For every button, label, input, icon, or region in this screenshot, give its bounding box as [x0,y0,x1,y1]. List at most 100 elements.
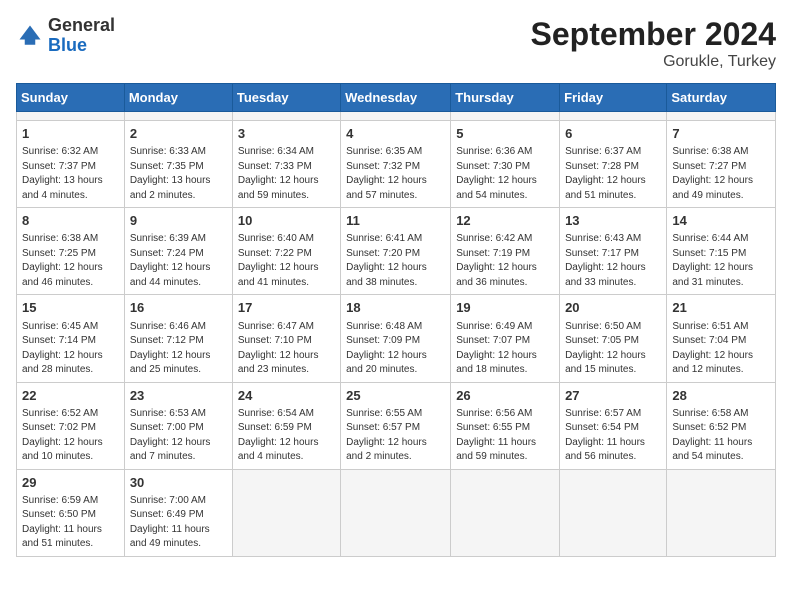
day-info: Sunrise: 6:36 AMSunset: 7:30 PMDaylight:… [456,145,554,203]
calendar-week-row: 15 Sunrise: 6:45 AMSunset: 7:14 PMDayligh… [17,295,776,382]
day-info: Sunrise: 6:42 AMSunset: 7:19 PMDaylight:… [456,232,554,290]
calendar-cell: 21 Sunrise: 6:51 AMSunset: 7:04 PMDayligh… [667,295,776,382]
calendar-cell: 8 Sunrise: 6:38 AMSunset: 7:25 PMDaylight… [17,208,125,295]
day-info: Sunrise: 6:40 AMSunset: 7:22 PMDaylight:… [238,232,335,290]
day-number: 25 [346,387,445,405]
calendar-cell: 5 Sunrise: 6:36 AMSunset: 7:30 PMDaylight… [451,121,560,208]
day-info: Sunrise: 6:50 AMSunset: 7:05 PMDaylight:… [565,320,661,378]
calendar-cell: 6Sunrise: 6:37 AMSunset: 7:28 PMDaylight… [560,121,667,208]
calendar-cell: 7Sunrise: 6:38 AMSunset: 7:27 PMDaylight… [667,121,776,208]
calendar-cell: 4 Sunrise: 6:35 AMSunset: 7:32 PMDaylight… [341,121,451,208]
day-info: Sunrise: 6:39 AMSunset: 7:24 PMDaylight:… [130,232,227,290]
day-number: 22 [22,387,119,405]
logo-icon [16,22,44,50]
calendar-subtitle: Gorukle, Turkey [531,53,776,71]
calendar-cell: 3 Sunrise: 6:34 AMSunset: 7:33 PMDaylight… [232,121,340,208]
calendar-title: September 2024 [531,16,776,53]
calendar-cell: 16 Sunrise: 6:46 AMSunset: 7:12 PMDayligh… [124,295,232,382]
day-number: 15 [22,299,119,317]
day-info: Sunrise: 6:34 AMSunset: 7:33 PMDaylight:… [238,145,335,203]
day-info: Sunrise: 6:41 AMSunset: 7:20 PMDaylight:… [346,232,445,290]
day-number: 17 [238,299,335,317]
day-info: Sunrise: 6:59 AMSunset: 6:50 PMDaylight:… [22,494,119,552]
day-number: 12 [456,212,554,230]
day-number: 14 [672,212,770,230]
logo-blue: Blue [48,36,115,56]
calendar-cell: 22Sunrise: 6:52 AMSunset: 7:02 PMDayligh… [17,382,125,469]
calendar-cell: 25 Sunrise: 6:55 AMSunset: 6:57 PMDayligh… [341,382,451,469]
day-number: 16 [130,299,227,317]
weekday-header: Sunday [17,84,125,112]
day-number: 24 [238,387,335,405]
calendar-cell: 29 Sunrise: 6:59 AMSunset: 6:50 PMDayligh… [17,469,125,556]
calendar-cell: 23Sunrise: 6:53 AMSunset: 7:00 PMDayligh… [124,382,232,469]
day-number: 27 [565,387,661,405]
calendar-cell: 15 Sunrise: 6:45 AMSunset: 7:14 PMDayligh… [17,295,125,382]
calendar-week-row: 8 Sunrise: 6:38 AMSunset: 7:25 PMDaylight… [17,208,776,295]
calendar-cell: 28 Sunrise: 6:58 AMSunset: 6:52 PMDayligh… [667,382,776,469]
calendar-cell [667,469,776,556]
weekday-header: Monday [124,84,232,112]
calendar-cell: 30Sunrise: 7:00 AMSunset: 6:49 PMDayligh… [124,469,232,556]
day-number: 21 [672,299,770,317]
calendar-cell [451,469,560,556]
day-info: Sunrise: 6:37 AMSunset: 7:28 PMDaylight:… [565,145,661,203]
calendar-cell [341,112,451,121]
day-number: 1 [22,125,119,143]
day-info: Sunrise: 6:46 AMSunset: 7:12 PMDaylight:… [130,320,227,378]
day-number: 10 [238,212,335,230]
day-info: Sunrise: 6:38 AMSunset: 7:25 PMDaylight:… [22,232,119,290]
weekday-header: Tuesday [232,84,340,112]
day-info: Sunrise: 6:35 AMSunset: 7:32 PMDaylight:… [346,145,445,203]
calendar-week-row: 29 Sunrise: 6:59 AMSunset: 6:50 PMDayligh… [17,469,776,556]
day-number: 3 [238,125,335,143]
weekday-header: Thursday [451,84,560,112]
day-number: 7 [672,125,770,143]
calendar-cell [341,469,451,556]
day-info: Sunrise: 6:55 AMSunset: 6:57 PMDaylight:… [346,407,445,465]
weekday-header: Wednesday [341,84,451,112]
logo: General Blue [16,16,115,56]
calendar-cell: 11 Sunrise: 6:41 AMSunset: 7:20 PMDayligh… [341,208,451,295]
day-number: 9 [130,212,227,230]
day-info: Sunrise: 6:43 AMSunset: 7:17 PMDaylight:… [565,232,661,290]
day-info: Sunrise: 6:51 AMSunset: 7:04 PMDaylight:… [672,320,770,378]
calendar-cell [667,112,776,121]
day-info: Sunrise: 6:49 AMSunset: 7:07 PMDaylight:… [456,320,554,378]
calendar-cell: 26Sunrise: 6:56 AMSunset: 6:55 PMDayligh… [451,382,560,469]
day-number: 20 [565,299,661,317]
calendar-week-row [17,112,776,121]
calendar-cell: 17 Sunrise: 6:47 AMSunset: 7:10 PMDayligh… [232,295,340,382]
day-number: 8 [22,212,119,230]
calendar-header-row: SundayMondayTuesdayWednesdayThursdayFrid… [17,84,776,112]
logo-general: General [48,16,115,36]
calendar-cell [17,112,125,121]
day-number: 29 [22,474,119,492]
calendar-week-row: 1 Sunrise: 6:32 AMSunset: 7:37 PMDaylight… [17,121,776,208]
day-info: Sunrise: 6:54 AMSunset: 6:59 PMDaylight:… [238,407,335,465]
day-info: Sunrise: 6:47 AMSunset: 7:10 PMDaylight:… [238,320,335,378]
day-number: 4 [346,125,445,143]
calendar-cell: 2Sunrise: 6:33 AMSunset: 7:35 PMDaylight… [124,121,232,208]
calendar-cell: 24 Sunrise: 6:54 AMSunset: 6:59 PMDayligh… [232,382,340,469]
calendar-cell: 9 Sunrise: 6:39 AMSunset: 7:24 PMDaylight… [124,208,232,295]
weekday-header: Friday [560,84,667,112]
day-info: Sunrise: 6:57 AMSunset: 6:54 PMDaylight:… [565,407,661,465]
day-info: Sunrise: 6:32 AMSunset: 7:37 PMDaylight:… [22,145,119,203]
calendar-cell: 27 Sunrise: 6:57 AMSunset: 6:54 PMDayligh… [560,382,667,469]
calendar-cell: 12 Sunrise: 6:42 AMSunset: 7:19 PMDayligh… [451,208,560,295]
calendar-cell: 19Sunrise: 6:49 AMSunset: 7:07 PMDayligh… [451,295,560,382]
day-info: Sunrise: 6:53 AMSunset: 7:00 PMDaylight:… [130,407,227,465]
day-number: 28 [672,387,770,405]
day-number: 5 [456,125,554,143]
day-info: Sunrise: 6:58 AMSunset: 6:52 PMDaylight:… [672,407,770,465]
calendar-cell [124,112,232,121]
day-info: Sunrise: 6:45 AMSunset: 7:14 PMDaylight:… [22,320,119,378]
calendar-cell: 13Sunrise: 6:43 AMSunset: 7:17 PMDayligh… [560,208,667,295]
day-info: Sunrise: 6:56 AMSunset: 6:55 PMDaylight:… [456,407,554,465]
day-info: Sunrise: 6:48 AMSunset: 7:09 PMDaylight:… [346,320,445,378]
page-header: General Blue September 2024 Gorukle, Tur… [16,16,776,71]
day-number: 11 [346,212,445,230]
calendar-cell [232,469,340,556]
calendar-cell: 20 Sunrise: 6:50 AMSunset: 7:05 PMDayligh… [560,295,667,382]
